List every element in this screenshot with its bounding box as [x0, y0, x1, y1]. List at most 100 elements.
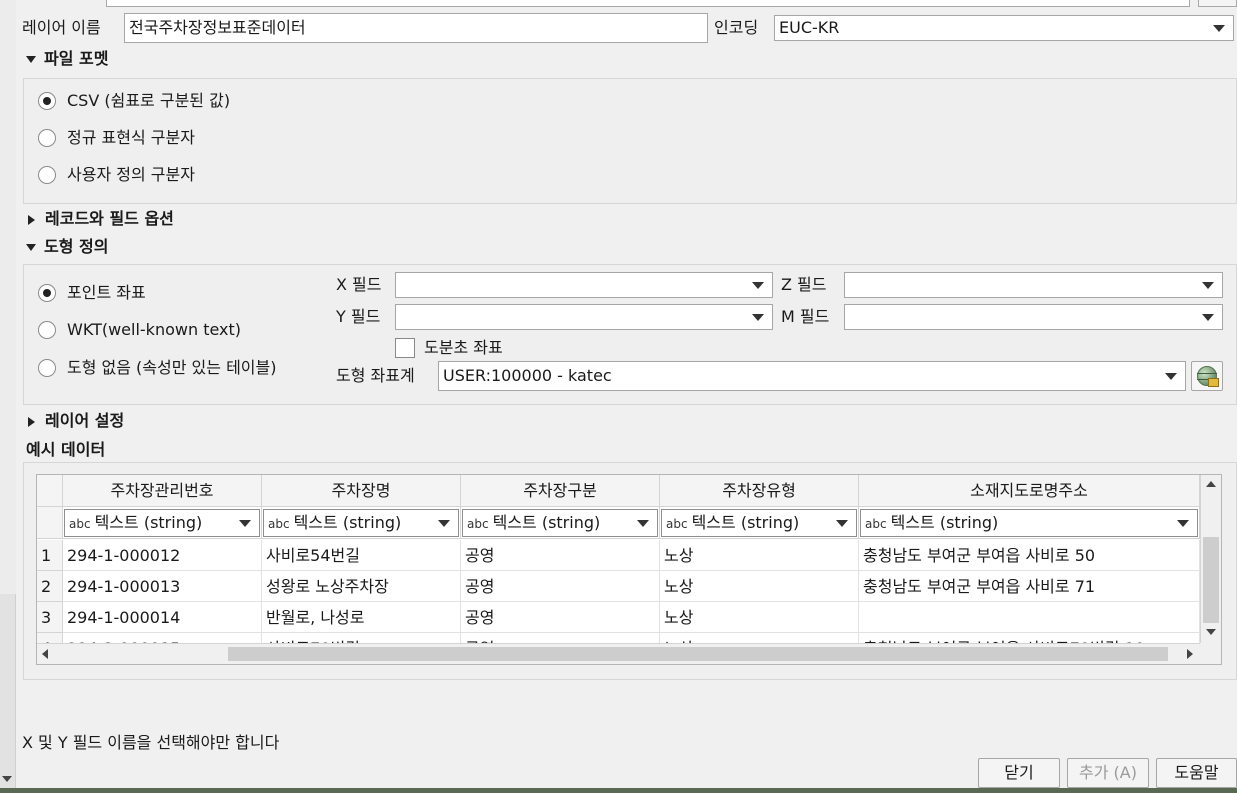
m-field-select[interactable] — [844, 304, 1223, 330]
radio-no-geometry[interactable] — [38, 359, 56, 377]
field-type-select[interactable]: abc 텍스트 (string) — [64, 509, 260, 537]
scroll-left-icon[interactable] — [42, 649, 48, 659]
radio-csv-label: CSV (쉼표로 구분된 값) — [67, 91, 231, 110]
row-number[interactable]: 3 — [37, 602, 63, 633]
table-cell[interactable]: 노상 — [660, 571, 859, 602]
table-cell[interactable]: 성왕로 노상주차장 — [262, 571, 461, 602]
abc-icon: abc — [666, 517, 688, 531]
field-type-select[interactable]: abc 텍스트 (string) — [462, 509, 658, 537]
chevron-down-icon — [836, 520, 848, 527]
field-type-value: 텍스트 (string) — [94, 513, 203, 532]
expand-arrow-icon — [28, 416, 35, 427]
table-cell[interactable]: 노상 — [660, 540, 859, 571]
table-cell[interactable]: 294-1-000014 — [63, 602, 262, 633]
scroll-right-icon[interactable] — [1187, 649, 1193, 659]
chevron-down-icon — [752, 282, 764, 289]
chevron-down-icon — [1202, 314, 1214, 321]
sample-data-table[interactable]: 주차장관리번호 주차장명 주차장구분 주차장유형 소재지도로명주소 abc 텍스트… — [36, 474, 1222, 665]
type-row-corner — [37, 507, 63, 539]
dms-checkbox[interactable] — [395, 338, 415, 358]
table-cell[interactable]: 공영 — [461, 602, 660, 633]
x-field-label: X 필드 — [336, 275, 382, 294]
column-header[interactable]: 주차장구분 — [461, 475, 660, 507]
encoding-select[interactable]: EUC-KR — [774, 15, 1234, 41]
radio-custom[interactable] — [38, 166, 56, 184]
crs-selector-button[interactable] — [1191, 361, 1223, 391]
crs-select[interactable]: USER:100000 - katec — [438, 361, 1186, 391]
row-number[interactable]: 2 — [37, 571, 63, 602]
radio-csv[interactable] — [38, 92, 56, 110]
x-field-select[interactable] — [395, 272, 773, 298]
table-cell[interactable]: 충청남도 부여군 부여읍 사비로 50 — [859, 540, 1200, 571]
column-header[interactable]: 주차장명 — [262, 475, 461, 507]
left-panel-lower — [0, 594, 16, 793]
table-cell[interactable]: 공영 — [461, 540, 660, 571]
layer-settings-title: 레이어 설정 — [45, 411, 125, 430]
type-cell: abc 텍스트 (string) — [859, 507, 1200, 539]
top-cut-button[interactable] — [1198, 0, 1237, 7]
table-cell[interactable] — [859, 602, 1200, 633]
radio-point-coords[interactable] — [38, 284, 56, 302]
file-format-title: 파일 포멧 — [44, 49, 109, 68]
add-button[interactable]: 추가 (A) — [1067, 758, 1149, 788]
type-cell: abc 텍스트 (string) — [63, 507, 262, 539]
type-cell: abc 텍스트 (string) — [660, 507, 859, 539]
column-header[interactable]: 주차장관리번호 — [63, 475, 262, 507]
table-cell[interactable]: 공영 — [461, 571, 660, 602]
table-cell[interactable]: 294-1-000013 — [63, 571, 262, 602]
close-button[interactable]: 닫기 — [978, 758, 1060, 788]
vertical-scrollbar[interactable] — [1200, 475, 1221, 643]
expand-arrow-icon — [28, 214, 35, 225]
row-number[interactable]: 1 — [37, 540, 63, 571]
chevron-down-icon — [239, 520, 251, 527]
scroll-up-icon[interactable] — [1206, 481, 1216, 487]
top-cut-field[interactable] — [106, 0, 1190, 7]
background-map-strip — [0, 788, 1237, 793]
left-panel-scroll-down-icon[interactable] — [2, 776, 12, 782]
radio-regex[interactable] — [38, 129, 56, 147]
table-cell[interactable]: 충청남도 부여군 부여읍 사비로 71 — [859, 571, 1200, 602]
records-options-header[interactable]: 레코드와 필드 옵션 — [28, 209, 174, 229]
field-type-value: 텍스트 (string) — [492, 513, 601, 532]
table-cell[interactable]: 반월로, 나성로 — [262, 602, 461, 633]
column-header[interactable]: 주차장유형 — [660, 475, 859, 507]
layer-name-label: 레이어 이름 — [22, 18, 101, 37]
chevron-down-icon — [1177, 520, 1189, 527]
chevron-down-icon — [1165, 373, 1177, 380]
chevron-down-icon — [752, 314, 764, 321]
field-type-select[interactable]: abc 텍스트 (string) — [263, 509, 459, 537]
crs-value: USER:100000 - katec — [443, 366, 612, 385]
help-button[interactable]: 도움말 — [1156, 758, 1237, 788]
horizontal-scroll-thumb[interactable] — [228, 647, 1168, 661]
file-format-group: CSV (쉼표로 구분된 값) 정규 표현식 구분자 사용자 정의 구분자 — [23, 78, 1237, 204]
layer-settings-header[interactable]: 레이어 설정 — [28, 411, 124, 431]
table-cell[interactable]: 사비로54번길 — [262, 540, 461, 571]
field-type-select[interactable]: abc 텍스트 (string) — [860, 509, 1198, 537]
y-field-label: Y 필드 — [336, 307, 381, 326]
abc-icon: abc — [865, 517, 887, 531]
radio-point-coords-label: 포인트 좌표 — [67, 283, 146, 302]
vertical-scroll-thumb[interactable] — [1203, 537, 1219, 623]
scroll-down-icon[interactable] — [1206, 629, 1216, 635]
chevron-down-icon — [1213, 25, 1225, 32]
field-type-select[interactable]: abc 텍스트 (string) — [661, 509, 857, 537]
radio-wkt-label: WKT(well-known text) — [67, 320, 242, 339]
type-cell: abc 텍스트 (string) — [262, 507, 461, 539]
layer-name-input[interactable]: 전국주차장정보표준데이터 — [124, 13, 708, 43]
file-format-header[interactable]: 파일 포멧 — [26, 49, 108, 69]
z-field-select[interactable] — [844, 272, 1223, 298]
y-field-select[interactable] — [395, 304, 773, 330]
abc-icon: abc — [467, 517, 489, 531]
radio-regex-label: 정규 표현식 구분자 — [67, 128, 195, 147]
table-cell[interactable]: 294-1-000012 — [63, 540, 262, 571]
encoding-value: EUC-KR — [779, 18, 840, 37]
chevron-down-icon — [1202, 282, 1214, 289]
radio-wkt[interactable] — [38, 321, 56, 339]
m-field-label: M 필드 — [781, 307, 830, 326]
corner-header — [37, 475, 63, 507]
horizontal-scrollbar[interactable] — [37, 643, 1200, 664]
geometry-title: 도형 정의 — [44, 237, 109, 256]
table-cell[interactable]: 노상 — [660, 602, 859, 633]
geometry-header[interactable]: 도형 정의 — [26, 237, 108, 257]
column-header[interactable]: 소재지도로명주소 — [859, 475, 1200, 507]
